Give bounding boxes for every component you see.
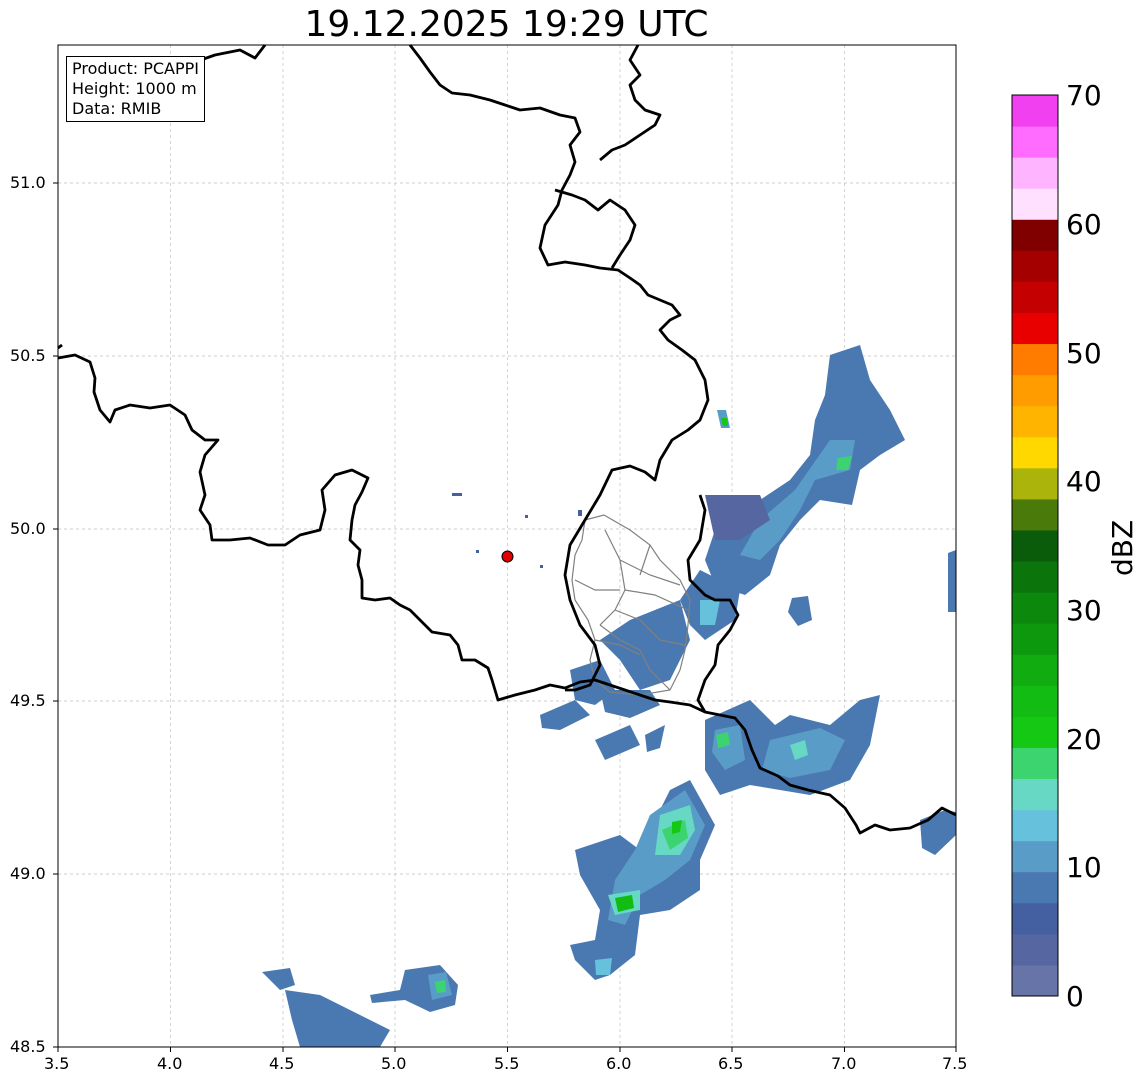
colorbar-tick-label: 10: [1066, 851, 1102, 884]
y-tick-label: 49.5: [10, 691, 46, 710]
colorbar-segment: [1012, 654, 1058, 686]
colorbar-segment: [1012, 250, 1058, 282]
colorbar-segment: [1012, 436, 1058, 469]
y-tick-label: 50.0: [10, 519, 46, 538]
colorbar-segment: [1012, 312, 1058, 345]
colorbar-segment: [1012, 964, 1058, 997]
y-tick-label: 51.0: [10, 173, 46, 192]
x-tick-label: 6.5: [718, 1054, 744, 1073]
grid-lines: [58, 45, 956, 1047]
colorbar-segment: [1012, 933, 1058, 966]
product-info-box: Product: PCAPPI Height: 1000 m Data: RMI…: [66, 56, 206, 122]
colorbar-segment: [1012, 405, 1058, 438]
colorbar-segment: [1012, 592, 1058, 624]
colorbar-segment: [1012, 374, 1058, 407]
colorbar-tick-label: 40: [1066, 465, 1102, 498]
colorbar-segment: [1012, 529, 1058, 562]
x-tick-label: 5.0: [381, 1054, 407, 1073]
colorbar: [1012, 95, 1058, 997]
radar-site-marker: [501, 550, 514, 563]
x-tick-label: 4.5: [269, 1054, 295, 1073]
colorbar-segment: [1012, 809, 1058, 842]
x-tick-label: 4.0: [157, 1054, 183, 1073]
colorbar-title: dBZ: [1106, 519, 1139, 576]
x-tick-label: 7.0: [831, 1054, 857, 1073]
colorbar-tick-label: 20: [1066, 723, 1102, 756]
colorbar-tick-label: 70: [1066, 79, 1102, 112]
colorbar-segment: [1012, 623, 1058, 655]
y-tick-label: 50.5: [10, 346, 46, 365]
colorbar-segment: [1012, 747, 1058, 780]
colorbar-segment: [1012, 281, 1058, 313]
colorbar-segment: [1012, 902, 1058, 935]
colorbar-segment: [1012, 157, 1058, 189]
x-tick-label: 5.5: [494, 1054, 520, 1073]
colorbar-segment: [1012, 778, 1058, 811]
colorbar-segment: [1012, 126, 1058, 158]
product-label: Product: PCAPPI: [72, 59, 200, 78]
x-tick-label: 6.0: [606, 1054, 632, 1073]
colorbar-segment: [1012, 95, 1058, 127]
axis-ticks: [53, 182, 957, 1052]
colorbar-tick-label: 60: [1066, 208, 1102, 241]
precipitation-echoes: [262, 345, 956, 1047]
data-source-label: Data: RMIB: [72, 99, 162, 118]
colorbar-segment: [1012, 716, 1058, 748]
y-tick-label: 48.5: [10, 1037, 46, 1056]
colorbar-segment: [1012, 871, 1058, 904]
plot-frame: [57, 44, 957, 1048]
x-tick-label: 7.5: [942, 1054, 968, 1073]
colorbar-segment: [1012, 467, 1058, 500]
colorbar-segment: [1012, 219, 1058, 251]
colorbar-tick-label: 0: [1066, 980, 1084, 1013]
colorbar-segment: [1012, 343, 1058, 376]
x-tick-label: 3.5: [44, 1054, 70, 1073]
colorbar-tick-label: 50: [1066, 337, 1102, 370]
colorbar-segment: [1012, 188, 1058, 220]
y-tick-label: 49.0: [10, 864, 46, 883]
radar-map: [53, 44, 1059, 1052]
colorbar-tick-label: 30: [1066, 594, 1102, 627]
colorbar-segment: [1012, 685, 1058, 717]
colorbar-segment: [1012, 840, 1058, 873]
height-label: Height: 1000 m: [72, 79, 197, 98]
colorbar-segment: [1012, 561, 1058, 593]
colorbar-segment: [1012, 498, 1058, 531]
